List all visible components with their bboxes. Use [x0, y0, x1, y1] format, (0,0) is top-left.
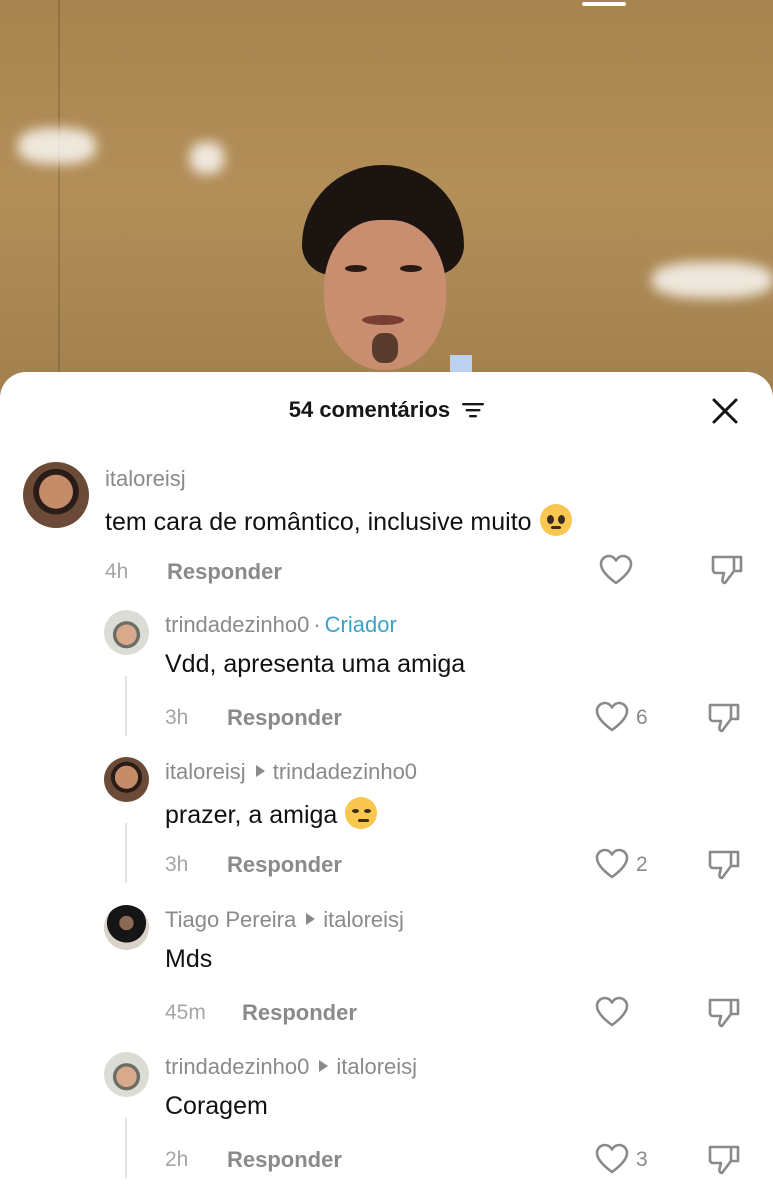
dislike-icon[interactable]: [707, 1142, 741, 1176]
avatar[interactable]: [104, 1052, 149, 1097]
comment-author[interactable]: trindadezinho0 italoreisj: [165, 1054, 417, 1080]
heart-icon[interactable]: [595, 996, 629, 1028]
like-count: 6: [636, 706, 648, 729]
thread-line: [125, 676, 127, 736]
reply-arrow-icon: [306, 913, 316, 925]
reply-item: italoreisj trindadezinho0 prazer, a amiga…: [0, 755, 773, 895]
comment-text: prazer, a amiga: [165, 797, 378, 830]
thread-line: [125, 1118, 127, 1178]
reply-to-user[interactable]: trindadezinho0: [273, 759, 417, 784]
light-glare: [652, 262, 773, 298]
like-count: 2: [636, 853, 648, 876]
dislike-icon[interactable]: [707, 995, 741, 1029]
comment-time: 2h: [165, 1148, 189, 1171]
comment-text: tem cara de romântico, inclusive muito: [105, 504, 572, 537]
reply-button[interactable]: Responder: [227, 1147, 342, 1173]
thread-line: [125, 823, 127, 883]
close-icon[interactable]: [708, 394, 742, 428]
comment-time: 3h: [165, 853, 189, 876]
comment-time: 4h: [105, 560, 129, 583]
sheet-header: 54 comentários: [0, 372, 773, 448]
heart-icon[interactable]: [595, 701, 629, 733]
dislike-icon[interactable]: [710, 552, 744, 586]
reply-arrow-icon: [255, 765, 265, 777]
comment-author[interactable]: trindadezinho0 · Criador: [165, 612, 397, 638]
light-glare: [18, 128, 96, 164]
creator-badge: Criador: [324, 612, 397, 637]
reply-item: trindadezinho0 · Criador Vdd, apresenta um…: [0, 608, 773, 748]
reply-button[interactable]: Responder: [242, 1000, 357, 1026]
comment-text: Mds: [165, 945, 213, 973]
video-person: [300, 165, 472, 405]
reply-button[interactable]: Responder: [167, 559, 282, 585]
heart-icon[interactable]: [595, 848, 629, 880]
dislike-icon[interactable]: [707, 700, 741, 734]
video-progress-indicator: [582, 2, 626, 6]
pleading-face-emoji: [539, 504, 572, 536]
comment-time: 45m: [165, 1001, 206, 1024]
smirking-face-emoji: [345, 797, 378, 829]
wall-edge: [58, 0, 60, 420]
comment-author[interactable]: Tiago Pereira italoreisj: [165, 907, 404, 933]
avatar[interactable]: [104, 905, 149, 950]
avatar[interactable]: [104, 757, 149, 802]
reply-to-user[interactable]: italoreisj: [323, 907, 404, 932]
heart-icon[interactable]: [599, 554, 633, 586]
reply-button[interactable]: Responder: [227, 852, 342, 878]
dislike-icon[interactable]: [707, 847, 741, 881]
filter-lines-icon[interactable]: [462, 402, 485, 418]
like-count: 3: [636, 1148, 648, 1171]
heart-icon[interactable]: [595, 1143, 629, 1175]
reply-to-user[interactable]: italoreisj: [336, 1054, 417, 1079]
comments-sheet: 54 comentários italoreisj tem cara de ro…: [0, 372, 773, 1200]
reply-item: trindadezinho0 italoreisj Coragem 2h Resp…: [0, 1050, 773, 1200]
light-glare: [190, 142, 224, 174]
comments-title[interactable]: 54 comentários: [0, 397, 773, 423]
comment-author[interactable]: italoreisj trindadezinho0: [165, 759, 417, 785]
comment-text: Coragem: [165, 1092, 268, 1120]
avatar[interactable]: [23, 462, 89, 528]
reply-item: Tiago Pereira italoreisj Mds 45m Responde…: [0, 903, 773, 1043]
video-background[interactable]: [0, 0, 773, 420]
comment-item: italoreisj tem cara de romântico, inclus…: [0, 460, 773, 600]
reply-button[interactable]: Responder: [227, 705, 342, 731]
comments-count: 54 comentários: [288, 397, 451, 422]
avatar[interactable]: [104, 610, 149, 655]
reply-arrow-icon: [319, 1060, 329, 1072]
comment-time: 3h: [165, 706, 189, 729]
comment-text: Vdd, apresenta uma amiga: [165, 650, 466, 678]
comment-author[interactable]: italoreisj: [105, 466, 186, 492]
